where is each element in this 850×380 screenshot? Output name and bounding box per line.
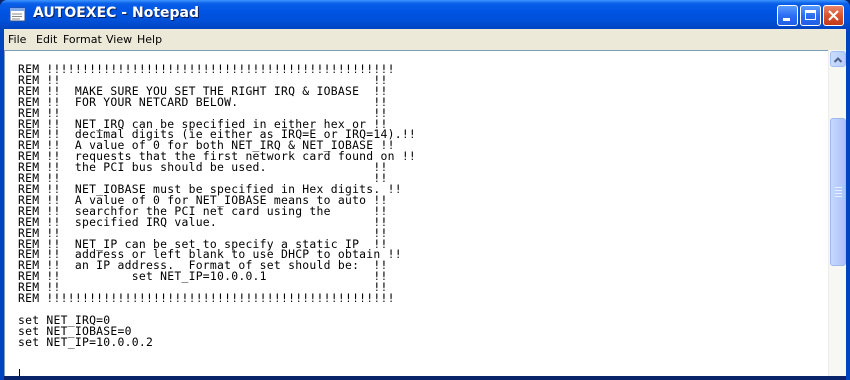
document-text[interactable]: REM !!!!!!!!!!!!!!!!!!!!!!!!!!!!!!!!!!!!…	[18, 63, 416, 348]
minimize-icon	[783, 18, 790, 21]
thumb-grip-line	[835, 190, 842, 191]
text-editor[interactable]: REM !!!!!!!!!!!!!!!!!!!!!!!!!!!!!!!!!!!!…	[4, 50, 828, 376]
menu-file[interactable]: File	[8, 33, 26, 46]
scroll-up-button[interactable]	[830, 51, 846, 67]
menu-bar: File Edit Format View Help	[4, 29, 846, 50]
vertical-scrollbar[interactable]	[828, 50, 846, 376]
thumb-grip-line	[835, 193, 842, 194]
window-title: AUTOEXEC - Notepad	[33, 5, 199, 21]
menu-edit[interactable]: Edit	[36, 33, 57, 46]
menu-view[interactable]: View	[106, 33, 132, 46]
notepad-icon	[9, 6, 27, 22]
window-frame-right	[846, 29, 850, 380]
thumb-grip-line	[835, 196, 842, 197]
menu-format[interactable]: Format	[63, 33, 102, 46]
minimize-button[interactable]	[777, 5, 798, 26]
scroll-up-arrow-icon	[833, 57, 843, 63]
title-bar[interactable]: AUTOEXEC - Notepad	[0, 0, 850, 29]
close-icon	[828, 10, 839, 21]
scroll-thumb[interactable]	[830, 118, 846, 266]
maximize-icon	[805, 10, 816, 20]
maximize-button[interactable]	[800, 5, 821, 26]
menu-help[interactable]: Help	[137, 33, 162, 46]
text-caret	[19, 369, 20, 376]
thumb-grip-line	[835, 187, 842, 188]
close-button[interactable]	[823, 5, 844, 26]
notepad-window: AUTOEXEC - Notepad File Edit Format View…	[0, 0, 850, 380]
